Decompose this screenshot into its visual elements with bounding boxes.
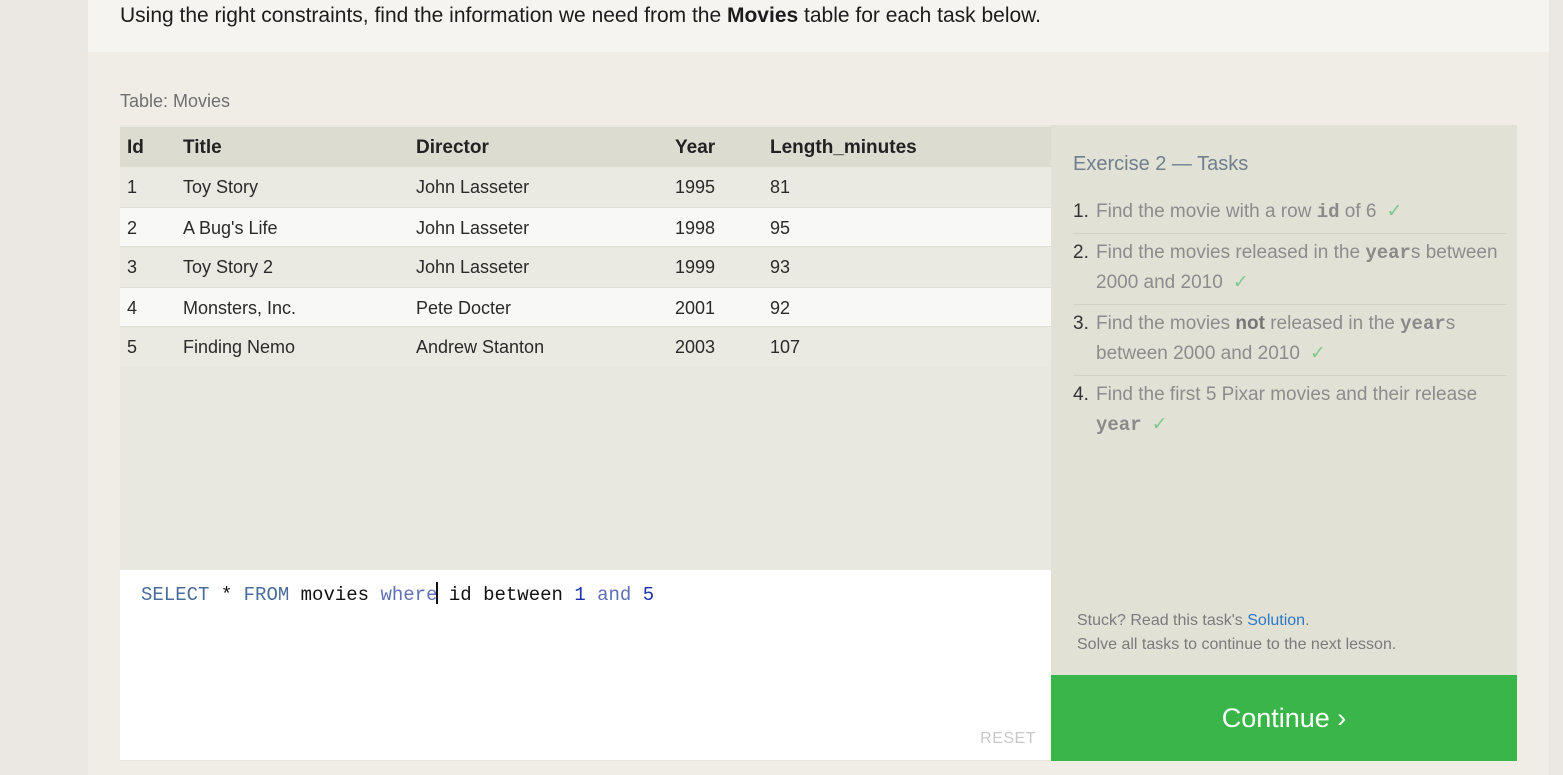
cell-year: 2003 xyxy=(675,337,716,357)
cell-director: John Lasseter xyxy=(416,177,530,197)
reset-button[interactable]: RESET xyxy=(980,730,1036,748)
help-text: Stuck? Read this task's Solution. Solve … xyxy=(1077,612,1397,653)
cell-director: Pete Docter xyxy=(416,298,512,318)
lesson-page: Using the right constraints, find the in… xyxy=(88,0,1549,775)
cell-year: 1995 xyxy=(675,177,716,197)
table-row: 1 Toy Story John Lasseter 1995 81 xyxy=(120,167,1051,207)
cell-id: 4 xyxy=(127,298,138,318)
cell-id: 3 xyxy=(127,257,138,277)
cell-title: A Bug's Life xyxy=(183,218,278,238)
continue-button[interactable]: Continue › xyxy=(1051,675,1517,761)
column-header-director: Director xyxy=(416,137,489,158)
check-icon: ✓ xyxy=(1232,272,1249,293)
table-caption: Table: Movies xyxy=(120,91,231,111)
table-name: Movies xyxy=(726,4,799,27)
sql-editor[interactable]: SELECT * FROM movies where id between 1 … xyxy=(120,570,1051,761)
task-item: 2. Find the movies released in the years… xyxy=(1073,234,1507,305)
cell-director: John Lasseter xyxy=(416,218,530,238)
cell-length: 107 xyxy=(770,337,801,357)
task-item: 1. Find the movie with a row id of 6 ✓ xyxy=(1073,193,1507,234)
column-header-title: Title xyxy=(183,137,222,158)
check-icon: ✓ xyxy=(1386,201,1403,222)
column-header-length: Length_minutes xyxy=(770,137,917,158)
cell-title: Monsters, Inc. xyxy=(183,298,297,318)
cell-director: John Lasseter xyxy=(416,257,530,277)
table-row: 4 Monsters, Inc. Pete Docter 2001 92 xyxy=(120,287,1051,327)
task-list: 1. Find the movie with a row id of 6 ✓ 2.… xyxy=(1073,193,1507,446)
cell-title: Toy Story xyxy=(183,177,259,197)
check-icon: ✓ xyxy=(1309,343,1326,364)
cell-length: 92 xyxy=(770,298,791,318)
table-row: 3 Toy Story 2 John Lasseter 1999 93 xyxy=(120,247,1051,287)
cell-year: 2001 xyxy=(675,298,716,318)
task-item: 3. Find the movies not released in the y… xyxy=(1073,305,1507,376)
table-row: 2 A Bug's Life John Lasseter 1998 95 xyxy=(120,207,1051,247)
column-header-year: Year xyxy=(675,137,716,158)
cell-year: 1998 xyxy=(675,218,716,238)
help-line-2: Solve all tasks to continue to the next … xyxy=(1077,636,1397,653)
cell-id: 5 xyxy=(127,337,138,357)
table-row: 5 Finding Nemo Andrew Stanton 2003 107 xyxy=(120,327,1051,367)
cell-length: 93 xyxy=(770,257,791,277)
column-header-id: Id xyxy=(127,137,144,158)
instruction-bar: Using the right constraints, find the in… xyxy=(88,0,1549,52)
cell-title: Toy Story 2 xyxy=(183,257,274,277)
cell-length: 95 xyxy=(770,218,791,238)
task-item: 4. Find the first 5 Pixar movies and the… xyxy=(1073,384,1478,436)
instruction-text: Using the right constraints, find the in… xyxy=(120,4,1041,27)
cell-id: 2 xyxy=(127,218,138,238)
tasks-title: Exercise 2 — Tasks xyxy=(1073,153,1249,175)
table-header: Id Title Director Year Length_minutes xyxy=(120,127,1051,167)
cell-year: 1999 xyxy=(675,257,716,277)
check-icon: ✓ xyxy=(1151,414,1168,435)
solution-link[interactable]: Solution xyxy=(1247,612,1305,629)
cell-length: 81 xyxy=(770,177,791,197)
cell-title: Finding Nemo xyxy=(183,337,296,357)
scrollbar[interactable] xyxy=(1549,0,1563,775)
tasks-panel: Exercise 2 — Tasks 1. Find the movie wit… xyxy=(1051,125,1517,675)
cell-id: 1 xyxy=(127,177,138,197)
results-workspace: Id Title Director Year Length_minutes 1 … xyxy=(120,125,1051,761)
sql-query-text[interactable]: SELECT * FROM movies where id between 1 … xyxy=(141,582,654,606)
cell-director: Andrew Stanton xyxy=(416,337,545,357)
